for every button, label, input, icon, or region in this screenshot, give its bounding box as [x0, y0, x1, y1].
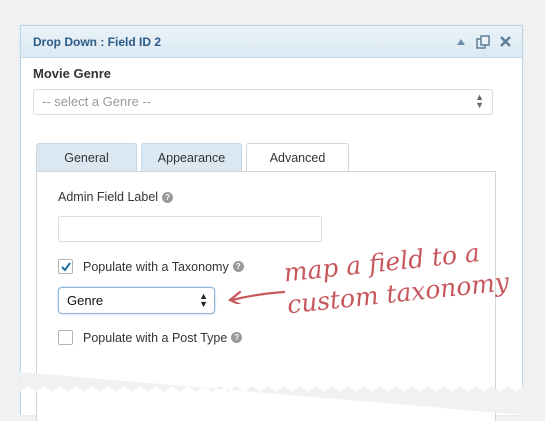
help-icon[interactable]: ?	[231, 332, 243, 343]
help-icon[interactable]: ?	[232, 261, 244, 272]
annotation-arrow-icon	[227, 290, 286, 304]
taxonomy-select[interactable]: Genre ▲ ▼	[58, 287, 215, 314]
collapse-icon[interactable]	[454, 35, 468, 49]
genre-select[interactable]: -- select a Genre -- ▲ ▼	[33, 89, 493, 115]
select-arrows-icon: ▲ ▼	[475, 92, 484, 110]
select-arrows-icon: ▲ ▼	[199, 291, 208, 309]
panel-titlebar: Drop Down : Field ID 2	[21, 26, 522, 58]
admin-field-label-input[interactable]	[58, 216, 322, 242]
tab-advanced[interactable]: Advanced	[246, 143, 349, 172]
populate-post-type-label: Populate with a Post Type	[83, 330, 228, 345]
close-icon[interactable]	[498, 35, 512, 49]
populate-post-type-checkbox[interactable]	[58, 330, 73, 345]
populate-taxonomy-label: Populate with a Taxonomy	[83, 259, 229, 274]
panel-title: Drop Down : Field ID 2	[33, 34, 161, 49]
taxonomy-select-value: Genre	[67, 293, 104, 308]
populate-taxonomy-checkbox[interactable]	[58, 259, 73, 274]
duplicate-icon[interactable]	[476, 34, 490, 49]
settings-tabs: General Appearance Advanced	[36, 143, 349, 172]
populate-taxonomy-row: Populate with a Taxonomy ?	[58, 259, 244, 274]
tab-appearance[interactable]: Appearance	[141, 143, 242, 171]
admin-field-label-row: Admin Field Label ?	[58, 190, 174, 204]
panel-actions	[454, 34, 512, 49]
help-icon[interactable]: ?	[162, 191, 174, 203]
field-settings-panel: Drop Down : Field ID 2 Movie Genre -- se…	[20, 25, 523, 421]
field-label: Movie Genre	[33, 66, 112, 81]
tab-general[interactable]: General	[36, 143, 137, 171]
populate-post-type-row: Populate with a Post Type ?	[58, 330, 243, 345]
admin-field-label: Admin Field Label	[58, 190, 159, 204]
genre-select-placeholder: -- select a Genre --	[42, 94, 152, 109]
torn-edge	[20, 372, 524, 415]
